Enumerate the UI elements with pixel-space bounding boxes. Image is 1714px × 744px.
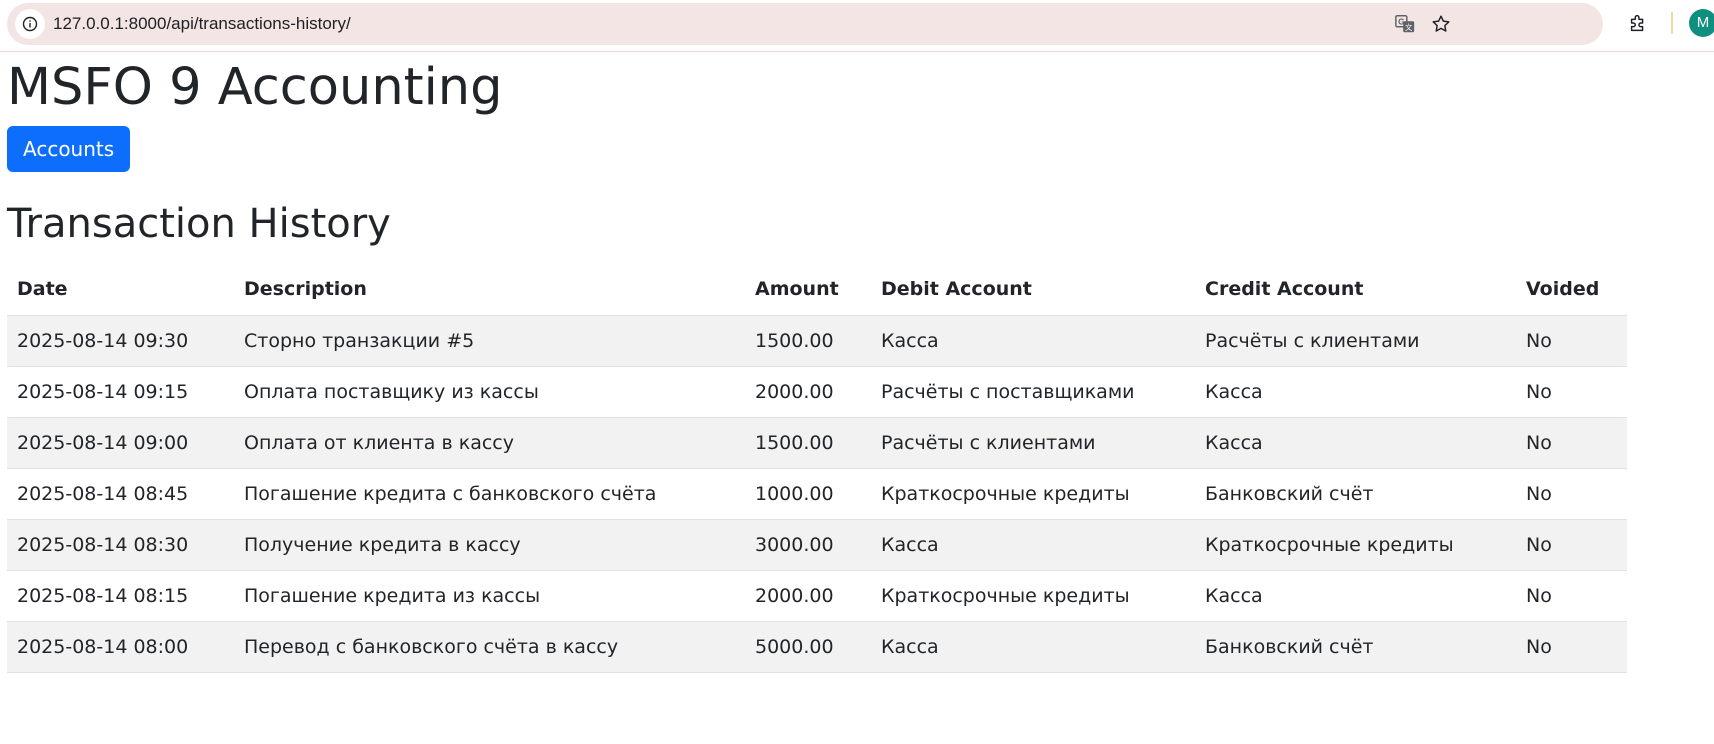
header-credit-account: Credit Account [1195,264,1516,316]
url-text[interactable]: 127.0.0.1:8000/api/transactions-history/ [53,3,351,45]
accounts-button[interactable]: Accounts [7,126,131,172]
table-row: 2025-08-14 08:15 Погашение кредита из ка… [7,570,1627,622]
cell-date: 2025-08-14 08:00 [7,621,234,673]
cell-description: Погашение кредита с банковского счёта [234,468,745,520]
table-row: 2025-08-14 08:00 Перевод с банковского с… [7,621,1627,673]
table-row: 2025-08-14 08:45 Погашение кредита с бан… [7,468,1627,520]
cell-amount: 3000.00 [745,519,871,571]
cell-date: 2025-08-14 08:15 [7,570,234,622]
cell-debit-account: Краткосрочные кредиты [871,570,1195,622]
cell-date: 2025-08-14 09:15 [7,366,234,418]
cell-credit-account: Расчёты с клиентами [1195,315,1516,367]
cell-credit-account: Краткосрочные кредиты [1195,519,1516,571]
cell-credit-account: Касса [1195,366,1516,418]
table-row: 2025-08-14 09:15 Оплата поставщику из ка… [7,366,1627,418]
header-description: Description [234,264,745,316]
section-title: Transaction History [7,201,391,247]
cell-credit-account: Банковский счёт [1195,621,1516,673]
header-debit-account: Debit Account [871,264,1195,316]
cell-debit-account: Расчёты с поставщиками [871,366,1195,418]
cell-description: Оплата поставщику из кассы [234,366,745,418]
address-bar[interactable]: 127.0.0.1:8000/api/transactions-history/… [7,3,1603,45]
profile-avatar[interactable]: M [1689,9,1714,37]
cell-debit-account: Касса [871,621,1195,673]
cell-amount: 1500.00 [745,315,871,367]
cell-credit-account: Банковский счёт [1195,468,1516,520]
cell-voided: No [1516,366,1627,418]
cell-credit-account: Касса [1195,417,1516,469]
browser-toolbar: 127.0.0.1:8000/api/transactions-history/… [0,0,1714,52]
cell-amount: 2000.00 [745,570,871,622]
extensions-icon[interactable] [1625,10,1651,36]
bookmark-star-icon[interactable] [1429,12,1453,36]
header-amount: Amount [745,264,871,316]
cell-description: Получение кредита в кассу [234,519,745,571]
table-row: 2025-08-14 08:30 Получение кредита в кас… [7,519,1627,571]
page-title: MSFO 9 Accounting [7,58,503,117]
cell-date: 2025-08-14 08:45 [7,468,234,520]
cell-voided: No [1516,621,1627,673]
svg-text:文: 文 [1405,23,1413,32]
cell-debit-account: Расчёты с клиентами [871,417,1195,469]
cell-debit-account: Касса [871,315,1195,367]
site-info-icon[interactable] [15,9,45,39]
translate-icon[interactable]: G文 [1393,12,1417,36]
cell-description: Сторно транзакции #5 [234,315,745,367]
cell-description: Погашение кредита из кассы [234,570,745,622]
cell-description: Оплата от клиента в кассу [234,417,745,469]
header-voided: Voided [1516,264,1627,316]
toolbar-divider [1671,12,1673,34]
cell-date: 2025-08-14 09:30 [7,315,234,367]
cell-voided: No [1516,468,1627,520]
cell-description: Перевод с банковского счёта в кассу [234,621,745,673]
cell-credit-account: Касса [1195,570,1516,622]
cell-amount: 2000.00 [745,366,871,418]
cell-debit-account: Касса [871,519,1195,571]
table-row: 2025-08-14 09:00 Оплата от клиента в кас… [7,417,1627,469]
cell-voided: No [1516,519,1627,571]
cell-amount: 1500.00 [745,417,871,469]
cell-debit-account: Краткосрочные кредиты [871,468,1195,520]
transactions-table: Date Description Amount Debit Account Cr… [7,264,1627,673]
cell-voided: No [1516,570,1627,622]
cell-voided: No [1516,315,1627,367]
cell-amount: 5000.00 [745,621,871,673]
page-content: MSFO 9 Accounting Accounts Transaction H… [7,52,1707,673]
cell-date: 2025-08-14 08:30 [7,519,234,571]
table-header-row: Date Description Amount Debit Account Cr… [7,264,1627,316]
header-date: Date [7,264,234,316]
cell-date: 2025-08-14 09:00 [7,417,234,469]
cell-voided: No [1516,417,1627,469]
cell-amount: 1000.00 [745,468,871,520]
table-row: 2025-08-14 09:30 Сторно транзакции #5 15… [7,315,1627,367]
